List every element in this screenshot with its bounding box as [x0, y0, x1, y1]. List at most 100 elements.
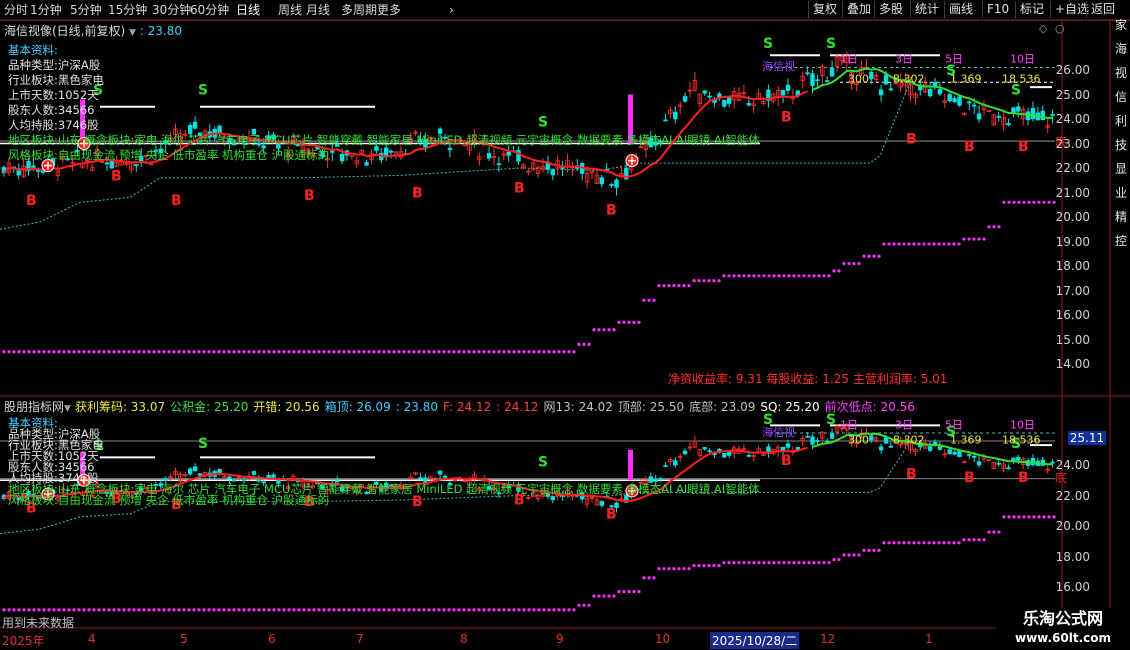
- sub-trail-dot: [212, 608, 216, 612]
- sub-trail-dot: [267, 608, 271, 612]
- sub-trail-dot: [17, 608, 21, 612]
- trail-dot: [147, 350, 151, 354]
- sub-trail-dot: [912, 541, 916, 545]
- sub-trail-dot: [637, 589, 641, 594]
- indicator-5: F: 24.12: [443, 400, 492, 414]
- sub-trail-dot: [372, 608, 376, 612]
- sub-trail-dot: [307, 608, 311, 612]
- x-tick-6: 9: [556, 632, 564, 646]
- sub-trail-dot: [152, 608, 156, 612]
- trail-dot: [237, 350, 241, 354]
- trail-dot: [57, 350, 61, 354]
- trail-dot: [282, 350, 286, 354]
- sub-trail-dot: [347, 608, 351, 612]
- sub-trail-dot: [632, 589, 636, 594]
- trail-dot: [107, 350, 111, 354]
- sub-trail-dot: [832, 557, 836, 562]
- trail-dot: [782, 274, 786, 278]
- sub-trail-dot: [172, 608, 176, 612]
- sub-candle-body: [878, 446, 884, 451]
- trail-dot: [132, 350, 136, 354]
- dropdown-icon[interactable]: ▼: [64, 404, 71, 414]
- indicator-8: 顶部: 25.50: [617, 400, 685, 414]
- trail-dot: [7, 350, 11, 354]
- sub-trail-dot: [402, 608, 406, 612]
- sub-trail-dot: [467, 608, 471, 612]
- trail-dot: [217, 350, 221, 354]
- trail-dot: [927, 242, 931, 246]
- trail-dot: [162, 350, 166, 354]
- trail-dot: [232, 350, 236, 354]
- trail-dot: [342, 350, 346, 354]
- trail-dot: [972, 237, 976, 241]
- main-candle-body: [1016, 106, 1021, 112]
- trail-dot: [772, 274, 776, 278]
- sub-trail-dot: [227, 608, 231, 612]
- trail-dot: [517, 350, 521, 354]
- buy-signal: B: [964, 139, 975, 155]
- main-candle-body: [957, 96, 962, 106]
- sub-trail-dot: [87, 608, 91, 612]
- buy-signal: B: [514, 181, 525, 197]
- right-char-1: 海: [1114, 42, 1127, 56]
- trail-dot: [947, 242, 951, 246]
- trail-dot: [157, 350, 161, 354]
- trail-dot: [882, 242, 886, 246]
- trail-dot: [247, 350, 251, 354]
- trail-dot: [27, 350, 31, 354]
- sub-trail-dot: [342, 608, 346, 612]
- trail-dot: [1042, 200, 1046, 204]
- sub-trail-dot: [927, 541, 931, 545]
- y-tick-main-5: 21.00: [1055, 185, 1090, 200]
- sub-candle-body: [780, 446, 786, 451]
- info-line-0: 基本资料:: [8, 416, 58, 430]
- trail-dot: [367, 350, 371, 354]
- sub-trail-dot: [252, 608, 256, 612]
- trail-dot: [597, 328, 601, 332]
- sub-trail-dot: [707, 564, 711, 568]
- sub-trail-dot: [557, 608, 561, 612]
- trail-dot: [52, 350, 56, 354]
- watermark-url: www.60lt.com: [1014, 631, 1112, 645]
- trail-dot: [522, 350, 526, 354]
- trail-dot: [852, 261, 856, 266]
- trail-dot: [662, 284, 666, 288]
- y-tick-sub-2: 20.00: [1055, 519, 1090, 533]
- trail-dot: [537, 350, 541, 354]
- main-candle-body: [614, 179, 619, 188]
- sub-horizon-label: 5日: [945, 418, 963, 431]
- trail-dot: [252, 350, 256, 354]
- trail-dot: [867, 254, 871, 258]
- sub-trail-dot: [532, 608, 536, 612]
- sub-trail-dot: [22, 608, 26, 612]
- trail-dot: [177, 350, 181, 354]
- x-tick-3: 6: [268, 632, 276, 646]
- sub-trail-dot: [732, 561, 736, 565]
- trail-dot: [412, 350, 416, 354]
- current-price-box: 25.11: [1068, 431, 1106, 445]
- trail-dot: [627, 320, 631, 324]
- sub-trail-dot: [142, 608, 146, 612]
- right-char-2: 视: [1114, 66, 1127, 80]
- trail-dot: [347, 350, 351, 354]
- trail-dot: [677, 284, 681, 288]
- sub-trail-dot: [627, 589, 631, 594]
- indicator-2: 开错: 20.56: [253, 400, 320, 414]
- sub-trail-dot: [517, 608, 521, 612]
- y-tick-sub-1: 22.00: [1055, 488, 1090, 503]
- sub-trail-dot: [612, 594, 616, 598]
- sub-trail-dot: [837, 557, 841, 562]
- trail-dot: [967, 237, 971, 241]
- trail-dot: [142, 350, 146, 354]
- sub-candle-body: [829, 432, 835, 439]
- trail-dot: [552, 350, 556, 354]
- trail-dot: [122, 350, 126, 354]
- trail-dot: [292, 350, 296, 354]
- trail-dot: [787, 274, 791, 278]
- sub-trail-dot: [1027, 515, 1031, 519]
- sub-trail-dot: [392, 608, 396, 612]
- sub-trail-dot: [827, 561, 831, 565]
- trail-dot: [742, 274, 746, 278]
- sub-trail-dot: [947, 541, 951, 545]
- sub-trail-dot: [132, 608, 136, 612]
